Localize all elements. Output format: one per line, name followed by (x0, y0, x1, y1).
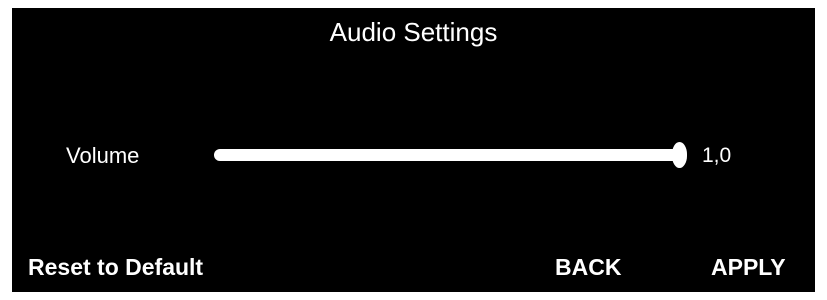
volume-label: Volume (66, 143, 140, 168)
page-title: Audio Settings (329, 17, 498, 47)
volume-value: 1,0 (702, 144, 732, 167)
volume-slider-handle[interactable] (672, 142, 687, 168)
volume-slider[interactable] (214, 142, 687, 168)
audio-settings-panel: Audio Settings Volume 1,0 Reset to Defau… (0, 0, 827, 300)
volume-slider-fill (214, 149, 680, 161)
reset-to-default-button[interactable]: Reset to Default (28, 253, 203, 281)
panel-content: Audio Settings Volume 1,0 Reset to Defau… (12, 8, 815, 292)
back-button[interactable]: BACK (555, 253, 621, 281)
apply-button[interactable]: APPLY (711, 253, 786, 281)
